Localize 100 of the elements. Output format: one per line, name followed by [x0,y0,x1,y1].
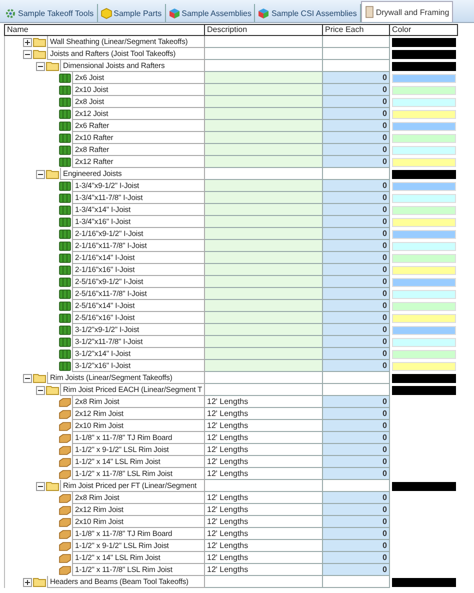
collapse-icon[interactable] [23,374,32,382]
price-cell: 0 [323,144,390,156]
price-cell: 0 [323,432,390,444]
tab[interactable]: Sample Takeoff Tools [2,4,98,22]
board-stack-icon [59,530,71,538]
folder-icon [33,49,46,59]
price-cell: 0 [323,516,390,528]
tab[interactable]: Sample CSI Assemblies [255,4,361,22]
price-cell: 0 [323,444,390,456]
lumber-stack-icon [59,289,71,299]
price-cell [323,36,390,48]
description-cell: 12' Lengths [205,564,323,576]
description-cell: 12' Lengths [205,432,323,444]
price-cell: 0 [323,492,390,504]
price-cell [323,372,390,384]
gear-icon [5,8,16,18]
lumber-stack-icon [59,361,71,371]
collapse-icon[interactable] [36,386,45,394]
folder-icon [46,169,59,179]
price-cell: 0 [323,408,390,420]
price-cell: 0 [323,468,390,480]
expand-icon[interactable] [23,38,32,46]
price-cell: 0 [323,240,390,252]
folder-icon [33,577,46,587]
price-cell: 0 [323,324,390,336]
cube-icon [258,8,270,18]
price-cell: 0 [323,276,390,288]
price-cell: 0 [323,528,390,540]
price-cell: 0 [323,252,390,264]
price-cell: 0 [323,456,390,468]
lumber-stack-icon [59,121,71,131]
price-cell: 0 [323,96,390,108]
lumber-stack-icon [59,277,71,287]
folder-icon [46,481,59,491]
lumber-stack-icon [59,73,71,83]
collapse-icon[interactable] [36,482,45,490]
folder-icon [33,373,46,383]
price-cell: 0 [323,192,390,204]
price-cell: 0 [323,336,390,348]
price-cell [323,576,390,588]
price-cell: 0 [323,108,390,120]
board-stack-icon [59,422,71,430]
column-header[interactable]: Price Each [323,24,390,36]
lumber-stack-icon [59,241,71,251]
description-cell: 12' Lengths [205,528,323,540]
tab[interactable]: Sample Parts [98,4,166,22]
color-swatch[interactable] [392,482,456,490]
description-cell: 12' Lengths [205,516,323,528]
lumber-stack-icon [59,229,71,239]
column-header[interactable]: Description [205,24,323,36]
lumber-stack-icon [59,349,71,359]
board-stack-icon [59,554,71,562]
lumber-stack-icon [59,85,71,95]
lumber-stack-icon [59,217,71,227]
board-stack-icon [59,410,71,418]
price-cell: 0 [323,288,390,300]
price-cell: 0 [323,396,390,408]
lumber-stack-icon [59,253,71,263]
tab[interactable]: Drywall and Framing [360,1,454,22]
expand-icon[interactable] [23,578,32,586]
color-swatch[interactable] [392,374,456,382]
color-swatch[interactable] [392,50,456,58]
column-header[interactable]: Color [390,24,458,36]
column-header[interactable]: Name [4,24,205,36]
lumber-stack-icon [59,325,71,335]
lumber-stack-icon [59,97,71,107]
description-cell: 12' Lengths [205,408,323,420]
price-cell: 0 [323,156,390,168]
collapse-icon[interactable] [36,170,45,178]
price-cell: 0 [323,360,390,372]
color-swatch[interactable] [392,578,456,586]
tab[interactable]: Sample Assemblies [166,4,256,22]
price-cell: 0 [323,420,390,432]
lumber-stack-icon [59,181,71,191]
price-cell: 0 [323,264,390,276]
board-stack-icon [59,518,71,526]
description-cell: 12' Lengths [205,456,323,468]
collapse-icon[interactable] [23,50,32,58]
board-stack-icon [59,542,71,550]
color-swatch[interactable] [392,170,456,178]
description-cell: 12' Lengths [205,552,323,564]
lumber-stack-icon [59,157,71,167]
cube-icon [100,8,112,18]
description-cell: 12' Lengths [205,492,323,504]
price-cell: 0 [323,348,390,360]
color-swatch[interactable] [392,62,456,70]
price-cell: 0 [323,552,390,564]
color-swatch[interactable] [392,38,456,46]
board-stack-icon [59,506,71,514]
price-cell: 0 [323,312,390,324]
price-cell: 0 [323,300,390,312]
lumber-stack-icon [59,133,71,143]
price-cell: 0 [323,504,390,516]
board-stack-icon [59,458,71,466]
price-cell: 0 [323,540,390,552]
color-swatch[interactable] [392,386,456,394]
collapse-icon[interactable] [36,62,45,70]
lumber-stack-icon [59,313,71,323]
lumber-stack-icon [59,301,71,311]
price-cell: 0 [323,204,390,216]
